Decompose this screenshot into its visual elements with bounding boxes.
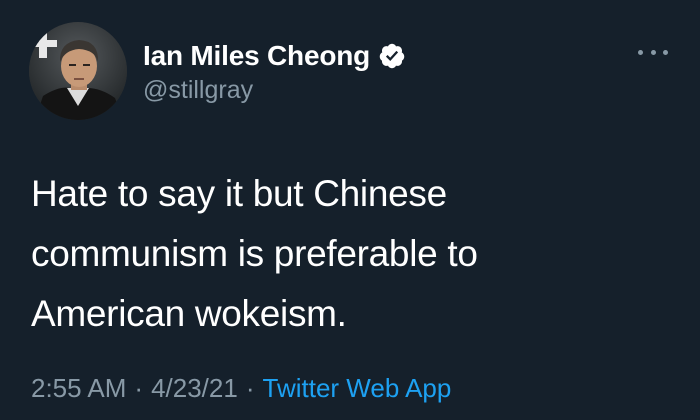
more-dot (663, 49, 668, 55)
tweet-text-line: Hate to say it but Chinese (31, 173, 447, 214)
separator-dot: · (245, 373, 255, 403)
tweet-date[interactable]: 4/23/21 (151, 373, 238, 404)
tweet-card: Ian Miles Cheong @stillgray Hate to say … (0, 0, 700, 420)
avatar-image (29, 22, 127, 120)
more-dot (650, 49, 656, 55)
tweet-text-line: communism is preferable to (31, 233, 478, 274)
avatar[interactable] (29, 22, 127, 120)
tweet-time[interactable]: 2:55 AM (31, 373, 126, 404)
more-options-icon[interactable] (638, 44, 668, 60)
author-display-name[interactable]: Ian Miles Cheong (143, 40, 370, 72)
more-dot (638, 49, 643, 55)
tweet-metadata: 2:55 AM · 4/23/21 · Twitter Web App (31, 373, 451, 404)
author-handle[interactable]: @stillgray (143, 76, 253, 105)
tweet-source-link[interactable]: Twitter Web App (263, 373, 452, 404)
verified-badge-icon (378, 42, 406, 70)
tweet-text-line: American wokeism. (31, 293, 347, 334)
separator-dot: · (134, 373, 144, 403)
author-name-row[interactable]: Ian Miles Cheong (143, 40, 406, 72)
tweet-text: Hate to say it but Chinese communism is … (31, 164, 671, 344)
